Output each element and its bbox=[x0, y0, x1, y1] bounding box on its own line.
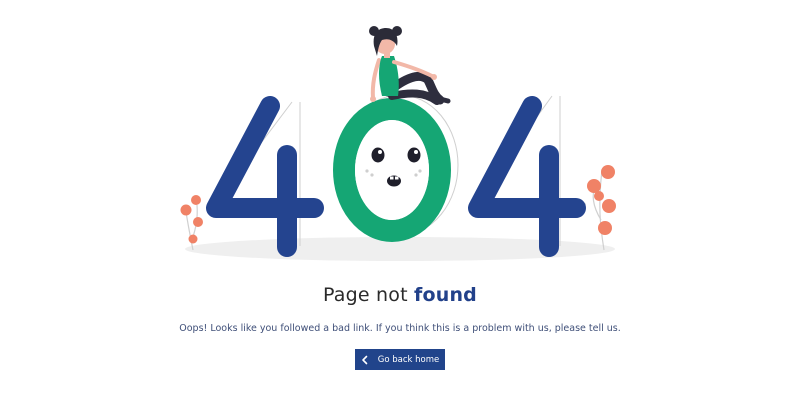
woman-sitting-icon bbox=[369, 26, 451, 105]
404-illustration bbox=[180, 26, 616, 261]
left-plant-icon bbox=[180, 195, 203, 251]
error-message: Oops! Looks like you followed a bad link… bbox=[179, 323, 621, 334]
chevron-left-icon bbox=[361, 355, 368, 364]
digit-four-right-icon bbox=[468, 95, 586, 257]
right-plant-icon bbox=[587, 165, 616, 251]
page-title-emphasis: found bbox=[414, 284, 477, 306]
digit-four-left-icon bbox=[206, 96, 324, 257]
page-title: Page not found bbox=[0, 284, 800, 306]
page-title-prefix: Page not bbox=[323, 284, 414, 306]
go-back-home-button[interactable]: Go back home bbox=[355, 349, 445, 370]
digit-zero-face-icon bbox=[333, 94, 459, 242]
go-back-home-label: Go back home bbox=[377, 354, 440, 365]
not-found-page: Page not found Oops! Looks like you foll… bbox=[0, 0, 800, 400]
